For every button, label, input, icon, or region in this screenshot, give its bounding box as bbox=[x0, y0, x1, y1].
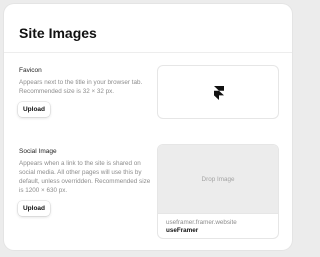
site-images-panel: Site Images Favicon Appears next to the … bbox=[4, 4, 292, 250]
social-image-description: Appears when a link to the site is share… bbox=[19, 160, 151, 194]
favicon-preview[interactable] bbox=[157, 65, 279, 119]
social-image-upload-button[interactable]: Upload bbox=[18, 201, 50, 216]
social-image-section-title: Social Image bbox=[19, 148, 57, 155]
preview-url: useframer.framer.website bbox=[166, 219, 237, 226]
favicon-upload-button[interactable]: Upload bbox=[18, 102, 50, 117]
social-image-preview-card: Drop Image useframer.framer.website useF… bbox=[157, 144, 279, 239]
panel-title: Site Images bbox=[19, 25, 97, 41]
drop-image-label: Drop Image bbox=[201, 176, 235, 183]
drop-image-area[interactable]: Drop Image bbox=[158, 145, 278, 214]
preview-title: useFramer bbox=[166, 227, 199, 234]
header-divider bbox=[4, 52, 292, 53]
favicon-section-title: Favicon bbox=[19, 67, 42, 74]
framer-logo-icon bbox=[214, 86, 224, 100]
favicon-description: Appears next to the title in your browse… bbox=[19, 79, 143, 95]
